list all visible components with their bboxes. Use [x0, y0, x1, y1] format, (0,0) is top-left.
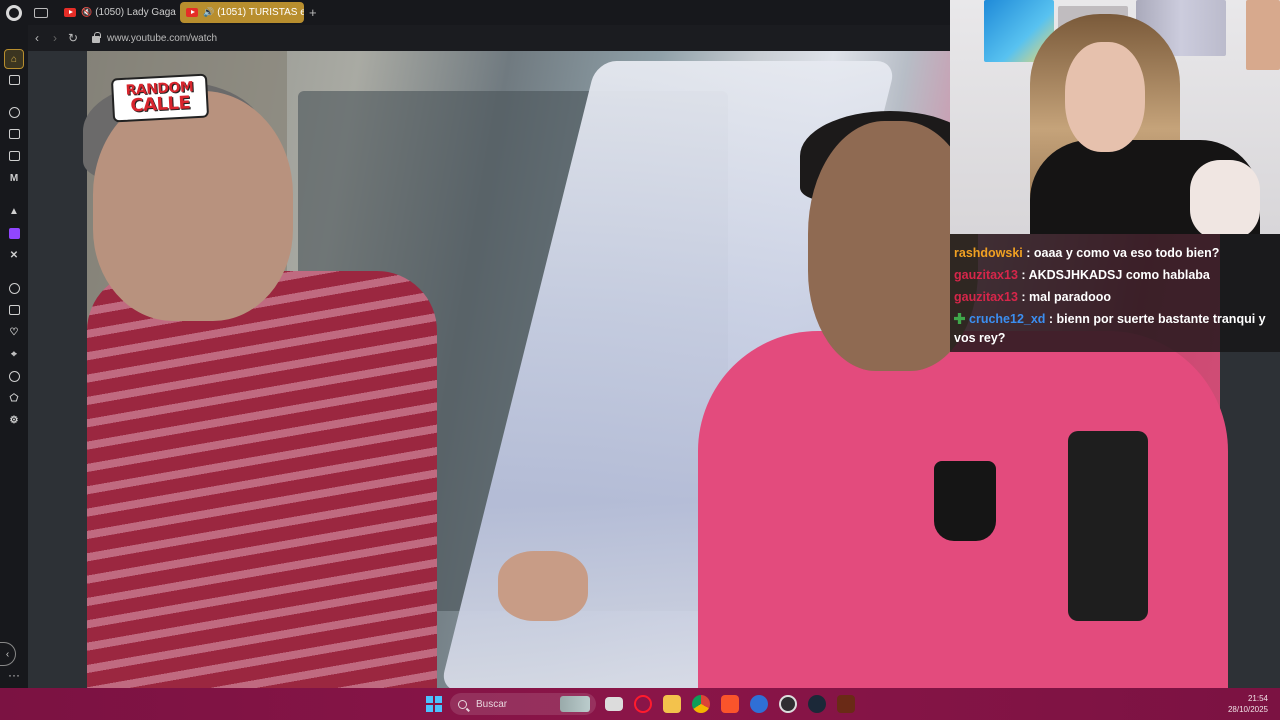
webcam-overlay — [950, 0, 1280, 234]
search-icon — [458, 699, 467, 709]
tab-turistas[interactable]: 🔊 (1051) TURISTAS en B — [180, 2, 304, 23]
plus-badge-icon — [954, 313, 965, 324]
chat-message: rashdowski : oaaa y como va eso todo bie… — [954, 246, 1220, 260]
vpn-icon[interactable]: ▲ — [7, 204, 21, 218]
steam-icon[interactable] — [808, 695, 826, 713]
address-bar: ‹ › ↻ www.youtube.com/watch — [28, 25, 950, 51]
chat-text: AKDSJHKADSJ como hablaba — [1028, 268, 1210, 282]
game-icon[interactable] — [837, 695, 855, 713]
settings-icon[interactable]: ⚙ — [7, 413, 21, 427]
speed-dial-icon[interactable] — [7, 105, 21, 119]
speaker-muted-icon[interactable]: 🔇 — [81, 7, 92, 18]
ccleaner-icon[interactable] — [750, 695, 768, 713]
search-placeholder: Buscar — [476, 698, 508, 710]
chat-username: rashdowski — [954, 246, 1023, 260]
chat-message: gauzitax13 : AKDSJHKADSJ como hablaba — [954, 268, 1210, 282]
windows-start-icon[interactable] — [426, 696, 442, 712]
clock-date: 28/10/2025 — [1227, 705, 1268, 714]
video-scene-head-left — [93, 91, 293, 321]
sidebar-collapse-button[interactable]: ‹ — [0, 642, 16, 666]
browser-tab-strip: 🔇 (1050) Lady Gaga - Bl 🔊 (1051) TURISTA… — [0, 0, 950, 25]
chat-username: cruche12_xd — [969, 312, 1046, 326]
m-app-icon[interactable]: M — [7, 171, 21, 185]
lock-icon[interactable] — [92, 32, 101, 43]
home-icon[interactable]: ⌂ — [4, 49, 24, 69]
new-tab-button[interactable]: + — [309, 5, 317, 20]
streamer-face — [1065, 42, 1145, 152]
youtube-favicon-icon — [186, 8, 198, 17]
windows-taskbar: Buscar 21:54 28/10/2025 — [0, 688, 1280, 720]
video-scene-thermos — [1068, 431, 1148, 621]
streamer-sleeve — [1190, 160, 1260, 234]
url-field[interactable]: www.youtube.com/watch — [107, 33, 217, 44]
wall-poster — [1246, 0, 1280, 70]
chat-text: oaaa y como va eso todo bien? — [1033, 246, 1220, 260]
taskbar-clock[interactable]: 21:54 28/10/2025 — [1228, 693, 1268, 715]
flow-icon[interactable]: ⬠ — [7, 391, 21, 405]
player-icon[interactable] — [7, 281, 21, 295]
taskbar-search[interactable]: Buscar — [450, 693, 596, 715]
chat-message: gauzitax13 : mal paradooo — [954, 290, 1111, 304]
folder-icon[interactable] — [663, 695, 681, 713]
obs-icon[interactable] — [779, 695, 797, 713]
tab-islands-icon[interactable] — [34, 7, 48, 18]
pin-icon[interactable]: ⌖ — [7, 347, 21, 361]
chrome-icon[interactable] — [692, 695, 710, 713]
video-scene-man-left — [87, 271, 437, 688]
chat-username: gauzitax13 — [954, 268, 1018, 282]
channel-logo: RANDOM CALLE — [110, 73, 210, 123]
forward-icon[interactable]: › — [46, 31, 64, 45]
tab-label: (1050) Lady Gaga - Bl — [95, 7, 176, 18]
youtube-favicon-icon — [64, 8, 76, 17]
back-icon[interactable]: ‹ — [28, 31, 46, 45]
chat-message: cruche12_xd : bienn por suerte bastante … — [954, 312, 1266, 345]
bag-icon[interactable] — [7, 127, 21, 141]
letterbox-left — [28, 51, 87, 688]
file-explorer-icon[interactable] — [605, 697, 623, 711]
search-highlight-image — [560, 696, 590, 712]
tab-lady-gaga[interactable]: 🔇 (1050) Lady Gaga - Bl — [58, 2, 176, 23]
extensions-icon[interactable] — [7, 303, 21, 317]
x-icon[interactable]: ✕ — [7, 248, 21, 262]
chat-username: gauzitax13 — [954, 290, 1018, 304]
chat-overlay: rashdowski : oaaa y como va eso todo bie… — [950, 234, 1280, 352]
opera-icon[interactable] — [634, 695, 652, 713]
twitch-icon[interactable] — [7, 226, 21, 240]
video-scene-mate-cup — [934, 461, 996, 541]
channel-logo-line2: CALLE — [129, 92, 191, 117]
gaming-icon[interactable] — [7, 73, 21, 87]
opera-logo-icon[interactable] — [6, 4, 22, 21]
clock-time: 21:54 — [1247, 694, 1268, 703]
tab-label: (1051) TURISTAS en B — [217, 7, 304, 18]
reload-icon[interactable]: ↻ — [64, 31, 82, 45]
video-scene-hand — [498, 551, 588, 621]
browser-sidebar: ⌂ M ▲ ✕ ♡ ⌖ ⬠ ⚙ ‹ ··· — [0, 25, 28, 688]
wallet-icon[interactable] — [7, 149, 21, 163]
speaker-icon[interactable]: 🔊 — [203, 7, 214, 18]
heart-icon[interactable]: ♡ — [7, 325, 21, 339]
brave-icon[interactable] — [721, 695, 739, 713]
chat-text: mal paradooo — [1029, 290, 1111, 304]
sidebar-more-button[interactable]: ··· — [8, 668, 20, 682]
history-icon[interactable] — [7, 369, 21, 383]
